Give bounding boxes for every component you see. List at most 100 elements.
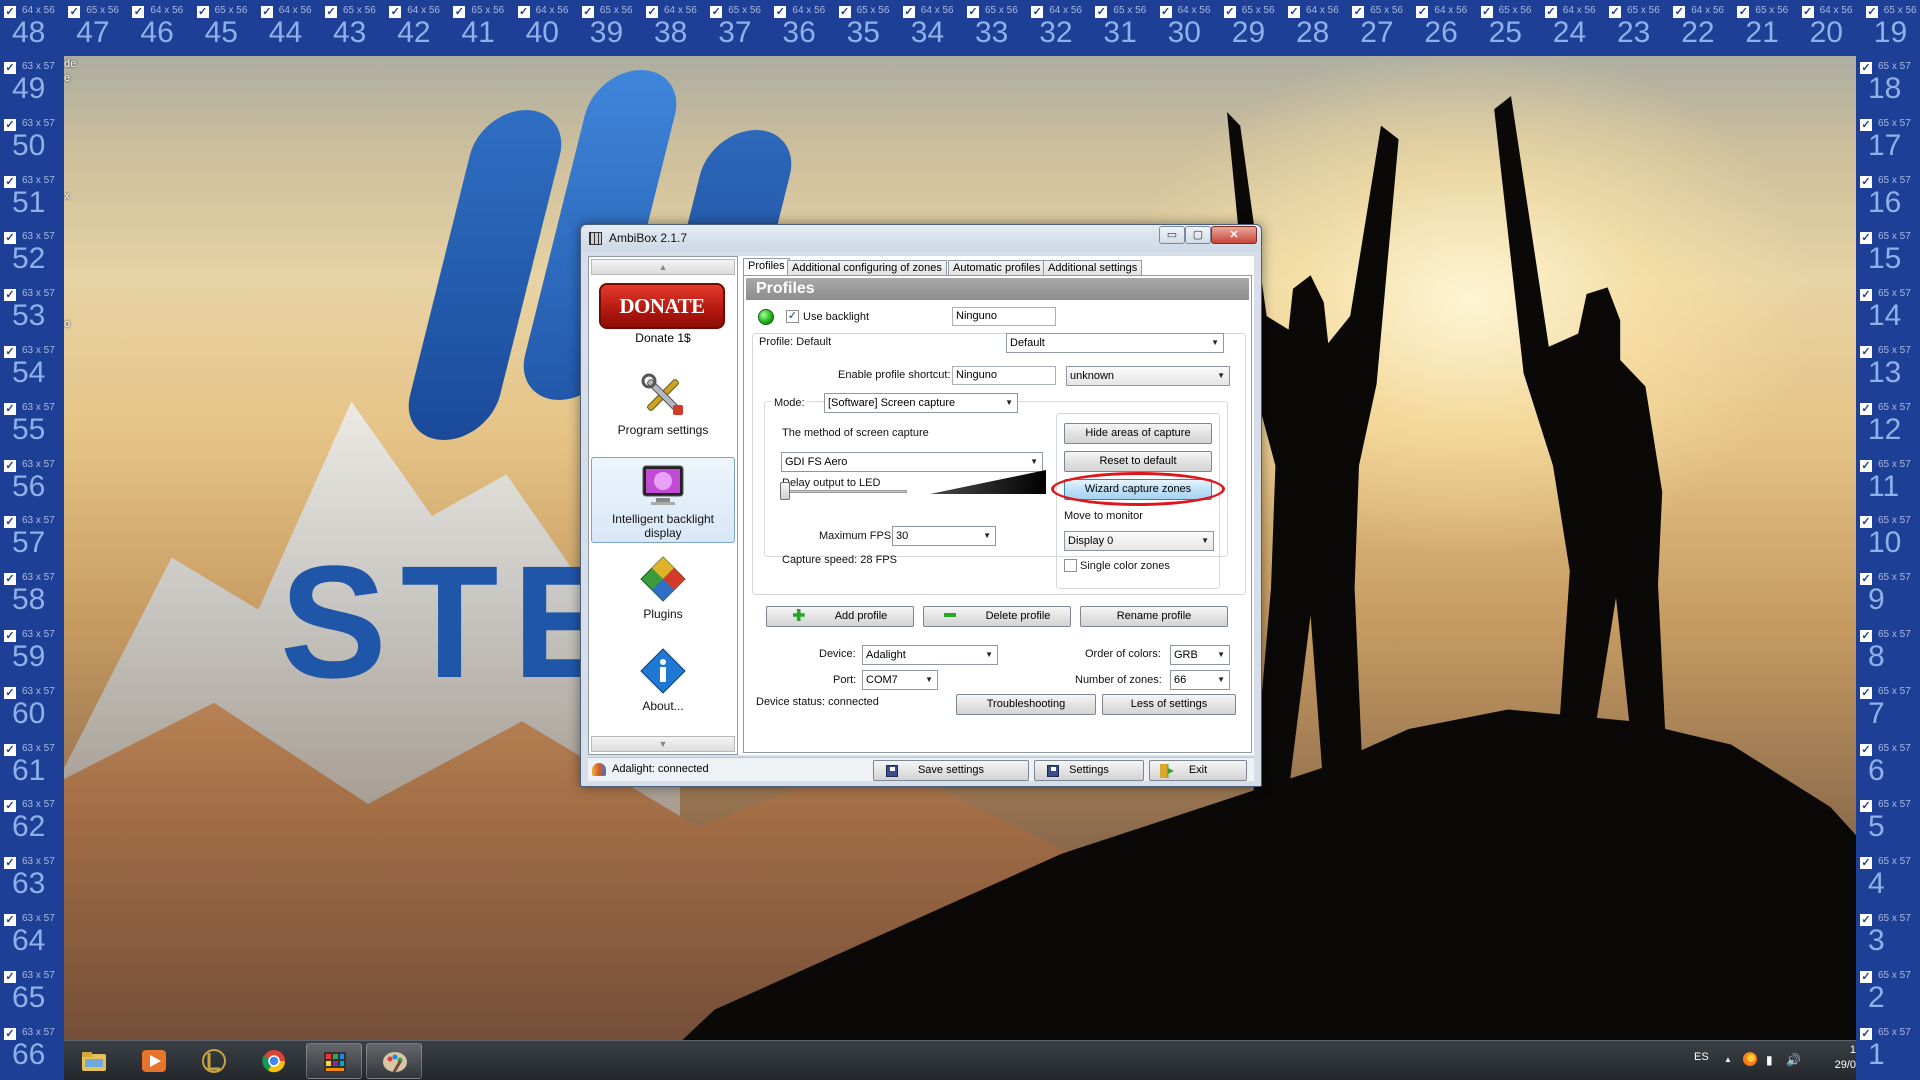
donate-now-button[interactable]: DONATE NOW (599, 283, 725, 360)
desktop-icon-label[interactable]: o (64, 318, 70, 330)
grid-cell: ✓ 65 x 57 10 (1856, 510, 1920, 567)
grid-top-strip: ✓ 64 x 56 48 ✓ 65 x 56 47 ✓ 64 x 56 46 ✓ 65 x 56 45… (0, 0, 1920, 56)
grid-cell-number: 47 (76, 16, 110, 49)
delay-slider-thumb[interactable] (780, 482, 790, 500)
save-settings-label: Save settings (917, 764, 985, 776)
hide-areas-button[interactable]: Hide areas of capture (1064, 423, 1212, 444)
volume-icon[interactable]: 🔊 (1786, 1053, 1801, 1067)
order-of-colors-select[interactable]: GRB ▼ (1170, 645, 1230, 665)
capture-method-select[interactable]: GDI FS Aero ▼ (781, 452, 1043, 472)
grid-cell-size: 65 x 56 (1755, 5, 1789, 16)
use-backlight-label[interactable]: Use backlight (803, 311, 869, 323)
language-indicator[interactable]: ES (1694, 1051, 1709, 1063)
profile-shortcut-field[interactable]: Ninguno (952, 366, 1056, 385)
adalight-status-icon (592, 763, 606, 776)
grid-cell-number: 34 (910, 16, 945, 49)
grid-cell: ✓ 64 x 56 28 (1284, 0, 1348, 56)
grid-cell: ✓ 64 x 56 40 (514, 0, 578, 56)
troubleshooting-button[interactable]: Troubleshooting (956, 694, 1096, 715)
taskbar-ambibox[interactable] (306, 1043, 362, 1079)
taskbar: ES ▲ ▮ 🔊 1 29/0 (64, 1040, 1856, 1080)
desktop-icon-label[interactable]: e (64, 72, 70, 84)
grid-cell: ✓ 63 x 57 54 (0, 340, 64, 397)
desktop-icon-label[interactable]: x (64, 190, 70, 202)
grid-cell-size: 65 x 56 (728, 5, 761, 16)
grid-cell-number: 59 (12, 640, 46, 673)
grid-cell-size: 64 x 56 (792, 5, 826, 16)
taskbar-media-player[interactable] (126, 1043, 182, 1079)
side-scroll-up-button[interactable]: ▲ (591, 259, 735, 275)
taskbar-chrome[interactable] (246, 1043, 302, 1079)
max-fps-select[interactable]: 30 ▼ (892, 526, 996, 546)
grid-cell-size: 64 x 56 (1306, 5, 1339, 16)
grid-cell: ✓ 64 x 56 26 (1412, 0, 1476, 56)
taskbar-clock[interactable]: 1 29/0 (1832, 1043, 1856, 1073)
grid-cell-number: 16 (1868, 185, 1902, 219)
settings-button[interactable]: Settings (1034, 760, 1144, 781)
capture-speed-text: Capture speed: 28 FPS (782, 554, 897, 566)
number-of-zones-select[interactable]: 66 ▼ (1170, 670, 1230, 690)
backlight-status-led (758, 309, 774, 325)
backlight-hotkey-field[interactable]: Ninguno (952, 307, 1056, 326)
sidebar-item-program-settings[interactable]: Program settings (591, 371, 735, 437)
grid-cell-size: 63 x 57 (22, 231, 55, 243)
delay-slider-track[interactable] (782, 490, 907, 493)
sidebar-item-plugins[interactable]: Plugins (591, 555, 735, 621)
grid-cell-size: 63 x 57 (22, 515, 55, 527)
grid-cell-number: 32 (1039, 16, 1073, 49)
minimize-button[interactable]: ▭ (1159, 226, 1185, 244)
chevron-down-icon: ▼ (985, 650, 993, 659)
close-button[interactable]: ✕ (1211, 226, 1257, 244)
grid-cell-number: 66 (12, 1037, 46, 1071)
grid-cell-number: 60 (12, 696, 46, 730)
window-title: AmbiBox 2.1.7 (609, 231, 688, 245)
grid-cell: ✓ 65 x 57 11 (1856, 454, 1920, 511)
grid-cell-size: 65 x 57 (1878, 345, 1911, 356)
exit-button[interactable]: Exit (1149, 760, 1247, 781)
grid-cell-number: 37 (718, 16, 752, 49)
single-color-zones-checkbox[interactable] (1064, 559, 1077, 572)
profile-label: Profile: Default (759, 336, 832, 348)
grid-cell: ✓ 65 x 57 7 (1856, 681, 1920, 738)
save-settings-button[interactable]: Save settings (873, 760, 1029, 781)
firefox-icon[interactable] (1742, 1051, 1758, 1067)
grid-cell: ✓ 63 x 57 66 (0, 1022, 64, 1079)
device-select[interactable]: Adalight ▼ (862, 645, 998, 665)
show-hidden-icons-button[interactable]: ▲ (1724, 1055, 1732, 1064)
side-scroll-down-button[interactable]: ▼ (591, 736, 735, 752)
mode-select[interactable]: [Software] Screen capture ▼ (824, 393, 1018, 413)
grid-cell-size: 65 x 56 (1498, 5, 1532, 16)
sidebar-item-about[interactable]: About... (591, 647, 735, 713)
network-signal-icon[interactable]: ▮ (1766, 1053, 1773, 1067)
grid-left-strip: ✓ 63 x 57 49 ✓ 63 x 57 50 ✓ 63 x 57 51 ✓ 63 x 57 52… (0, 56, 64, 1080)
maximize-button[interactable]: ▢ (1185, 226, 1211, 244)
delete-profile-button[interactable]: Delete profile (923, 606, 1071, 627)
grid-cell-number: 57 (12, 526, 46, 560)
shortcut-key-select[interactable]: unknown ▼ (1066, 366, 1230, 386)
less-of-settings-button[interactable]: Less of settings (1102, 694, 1236, 715)
device-label: Device: (819, 648, 856, 660)
taskbar-league-of-legends[interactable] (186, 1043, 242, 1079)
rename-profile-button[interactable]: Rename profile (1080, 606, 1228, 627)
taskbar-explorer[interactable] (66, 1043, 122, 1079)
grid-cell: ✓ 65 x 56 43 (321, 0, 385, 56)
grid-cell: ✓ 63 x 57 55 (0, 397, 64, 454)
sidebar-item-intelligent-backlight-display[interactable]: Intelligent backlight display (591, 457, 735, 543)
desktop-icon-label[interactable]: de (64, 58, 76, 70)
taskbar-paint[interactable] (366, 1043, 422, 1079)
profile-select[interactable]: Default ▼ (1006, 333, 1224, 353)
grid-cell-size: 65 x 57 (1878, 288, 1911, 300)
reset-to-default-button[interactable]: Reset to default (1064, 451, 1212, 472)
monitor-select[interactable]: Display 0 ▼ (1064, 531, 1214, 551)
grid-cell-number: 3 (1868, 924, 1885, 957)
single-color-zones-label[interactable]: Single color zones (1080, 560, 1170, 572)
clock-date: 29/0 (1834, 1059, 1856, 1071)
add-profile-button[interactable]: Add profile (766, 606, 914, 627)
donate-label[interactable]: Donate 1$ (591, 331, 735, 345)
grid-cell-number: 53 (12, 299, 46, 333)
floppy-disk-icon (886, 765, 898, 777)
port-select[interactable]: COM7 ▼ (862, 670, 938, 690)
grid-cell-number: 14 (1868, 299, 1902, 333)
use-backlight-checkbox[interactable]: ✓ (786, 310, 799, 323)
window-titlebar[interactable]: AmbiBox 2.1.7 ▭ ▢ ✕ (581, 225, 1261, 251)
